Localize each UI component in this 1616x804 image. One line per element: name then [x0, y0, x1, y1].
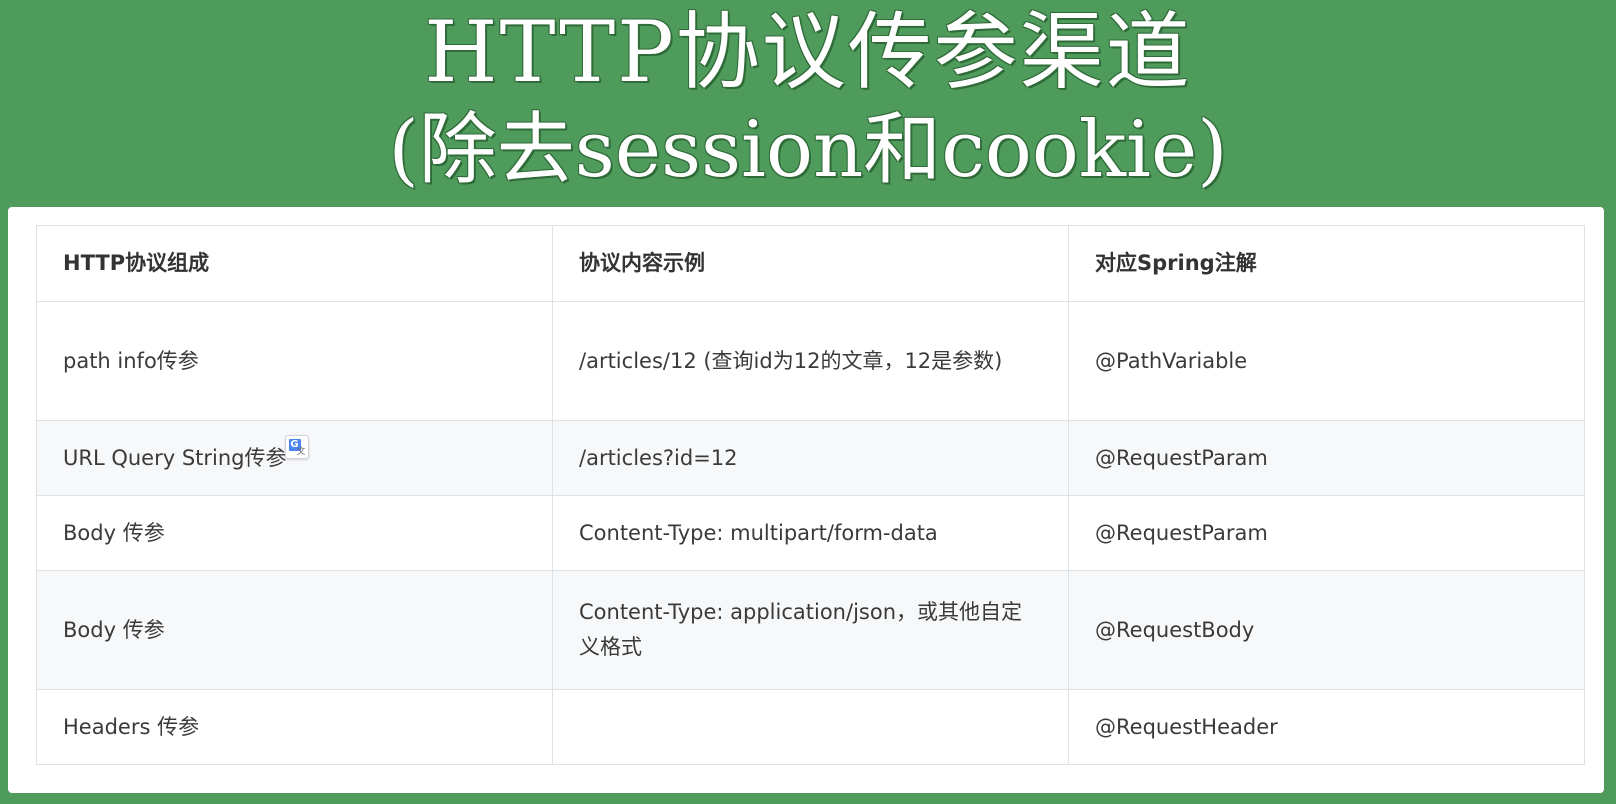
translate-a-glyph: 文 [296, 446, 306, 457]
content-panel: HTTP协议组成 协议内容示例 对应Spring注解 path info传参 /… [8, 207, 1604, 793]
cell-http-part: Body 传参 [36, 570, 553, 690]
translate-icon[interactable]: G 文 [284, 434, 309, 459]
title-line-2: (除去session和cookie) [388, 105, 1228, 195]
param-table: HTTP协议组成 协议内容示例 对应Spring注解 path info传参 /… [36, 225, 1585, 765]
page-title: HTTP协议传参渠道 (除去session和cookie) [0, 4, 1616, 198]
cell-annotation: @PathVariable [1068, 301, 1585, 421]
header-example: 协议内容示例 [552, 225, 1069, 302]
cell-example: /articles?id=12 [552, 420, 1069, 496]
table-row: Headers 传参 @RequestHeader [36, 689, 1585, 765]
cell-http-part-label: URL Query String传参 [63, 445, 287, 470]
cell-http-part: path info传参 [36, 301, 553, 421]
cell-annotation: @RequestBody [1068, 570, 1585, 690]
cell-annotation: @RequestParam [1068, 420, 1585, 496]
table-header-row: HTTP协议组成 协议内容示例 对应Spring注解 [36, 225, 1585, 302]
table-row: Body 传参 Content-Type: multipart/form-dat… [36, 495, 1585, 571]
cell-example: Content-Type: multipart/form-data [552, 495, 1069, 571]
cell-http-part: Headers 传参 [36, 689, 553, 765]
table-row: Body 传参 Content-Type: application/json，或… [36, 570, 1585, 690]
cell-http-part: URL Query String传参 G 文 [36, 420, 553, 496]
header-spring-annotation: 对应Spring注解 [1068, 225, 1585, 302]
table-row: URL Query String传参 G 文 /articles?id=12 @… [36, 420, 1585, 496]
cell-annotation: @RequestParam [1068, 495, 1585, 571]
cell-http-part: Body 传参 [36, 495, 553, 571]
cell-example [552, 689, 1069, 765]
cell-text-wrap: URL Query String传参 G 文 [63, 434, 309, 476]
cell-example: Content-Type: application/json，或其他自定义格式 [552, 570, 1069, 690]
cell-example: /articles/12 (查询id为12的文章，12是参数) [552, 301, 1069, 421]
header-http-part: HTTP协议组成 [36, 225, 553, 302]
title-line-1: HTTP协议传参渠道 [424, 3, 1192, 101]
cell-annotation: @RequestHeader [1068, 689, 1585, 765]
table-row: path info传参 /articles/12 (查询id为12的文章，12是… [36, 301, 1585, 421]
